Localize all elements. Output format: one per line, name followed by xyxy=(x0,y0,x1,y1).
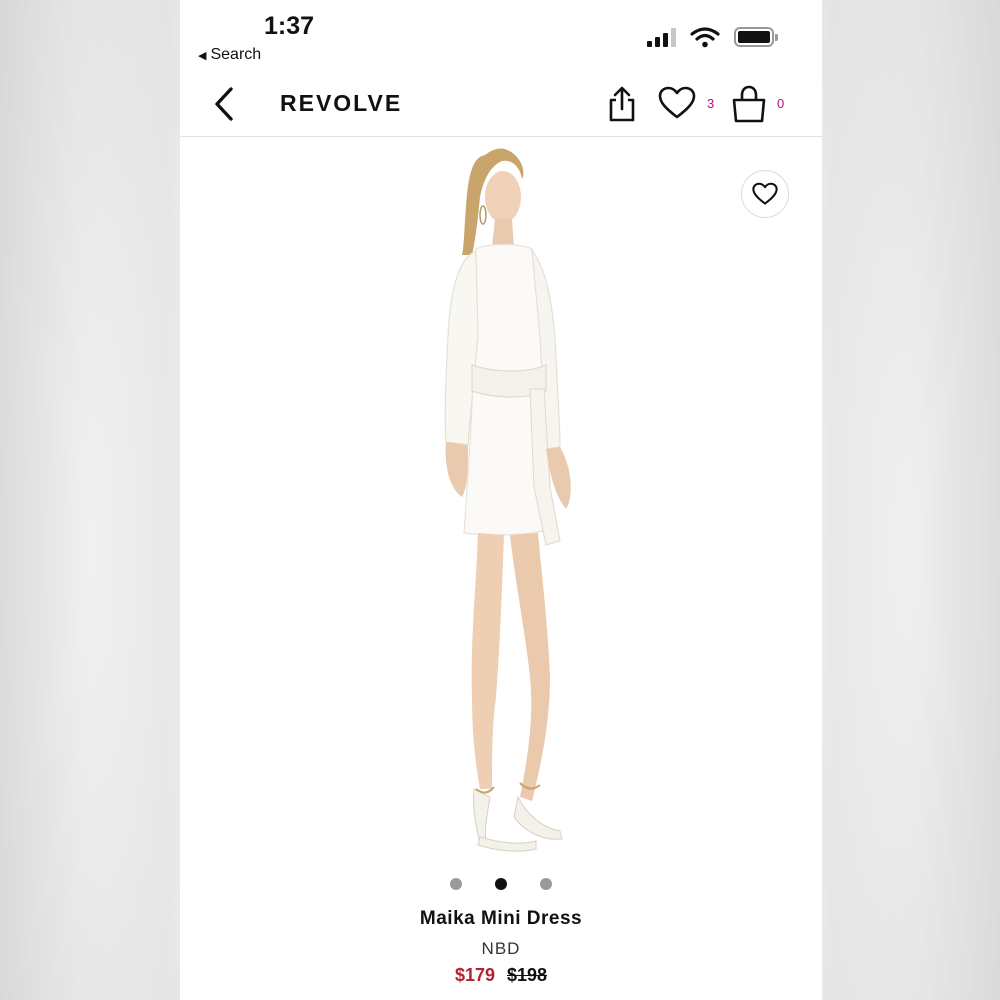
product-image-gallery[interactable] xyxy=(180,137,822,872)
back-triangle-icon: ◀ xyxy=(198,49,207,62)
back-to-search-link[interactable]: ◀ Search xyxy=(198,46,261,64)
pager-dot[interactable] xyxy=(540,878,552,890)
sale-price: $179 xyxy=(454,965,495,985)
status-icons xyxy=(647,26,778,48)
price-row: $179 $198 xyxy=(180,965,822,986)
back-to-search-label: Search xyxy=(210,46,262,63)
shopping-bag-icon[interactable] xyxy=(730,84,768,124)
product-name: Maika Mini Dress xyxy=(419,908,583,929)
brand-logo[interactable]: REVOLVE xyxy=(280,90,402,117)
top-nav-bar: REVOLVE 3 0 xyxy=(180,76,822,137)
heart-icon xyxy=(752,182,778,205)
bag-count: 0 xyxy=(777,96,785,111)
product-brand[interactable]: NBD xyxy=(180,939,822,959)
status-time: 1:37 xyxy=(264,12,315,40)
background-blur-right xyxy=(820,0,1000,1000)
pager-dot[interactable] xyxy=(450,878,462,890)
battery-icon xyxy=(734,27,778,47)
wishlist-count: 3 xyxy=(707,96,715,111)
product-photo xyxy=(444,148,571,852)
share-icon[interactable] xyxy=(606,84,638,124)
add-to-favorites-button[interactable] xyxy=(741,170,789,218)
app-screen: 1:37 ◀ Search REVOLVE 3 0 Maika Mini Dre… xyxy=(180,0,822,1000)
background-blur-left xyxy=(0,0,180,1000)
original-price: $198 xyxy=(507,965,548,985)
image-pager[interactable] xyxy=(180,878,822,890)
wifi-icon xyxy=(690,27,720,48)
back-chevron-icon[interactable] xyxy=(210,84,240,124)
wishlist-heart-icon[interactable] xyxy=(658,86,696,120)
pager-dot-active[interactable] xyxy=(495,878,507,890)
signal-icon xyxy=(647,27,676,47)
